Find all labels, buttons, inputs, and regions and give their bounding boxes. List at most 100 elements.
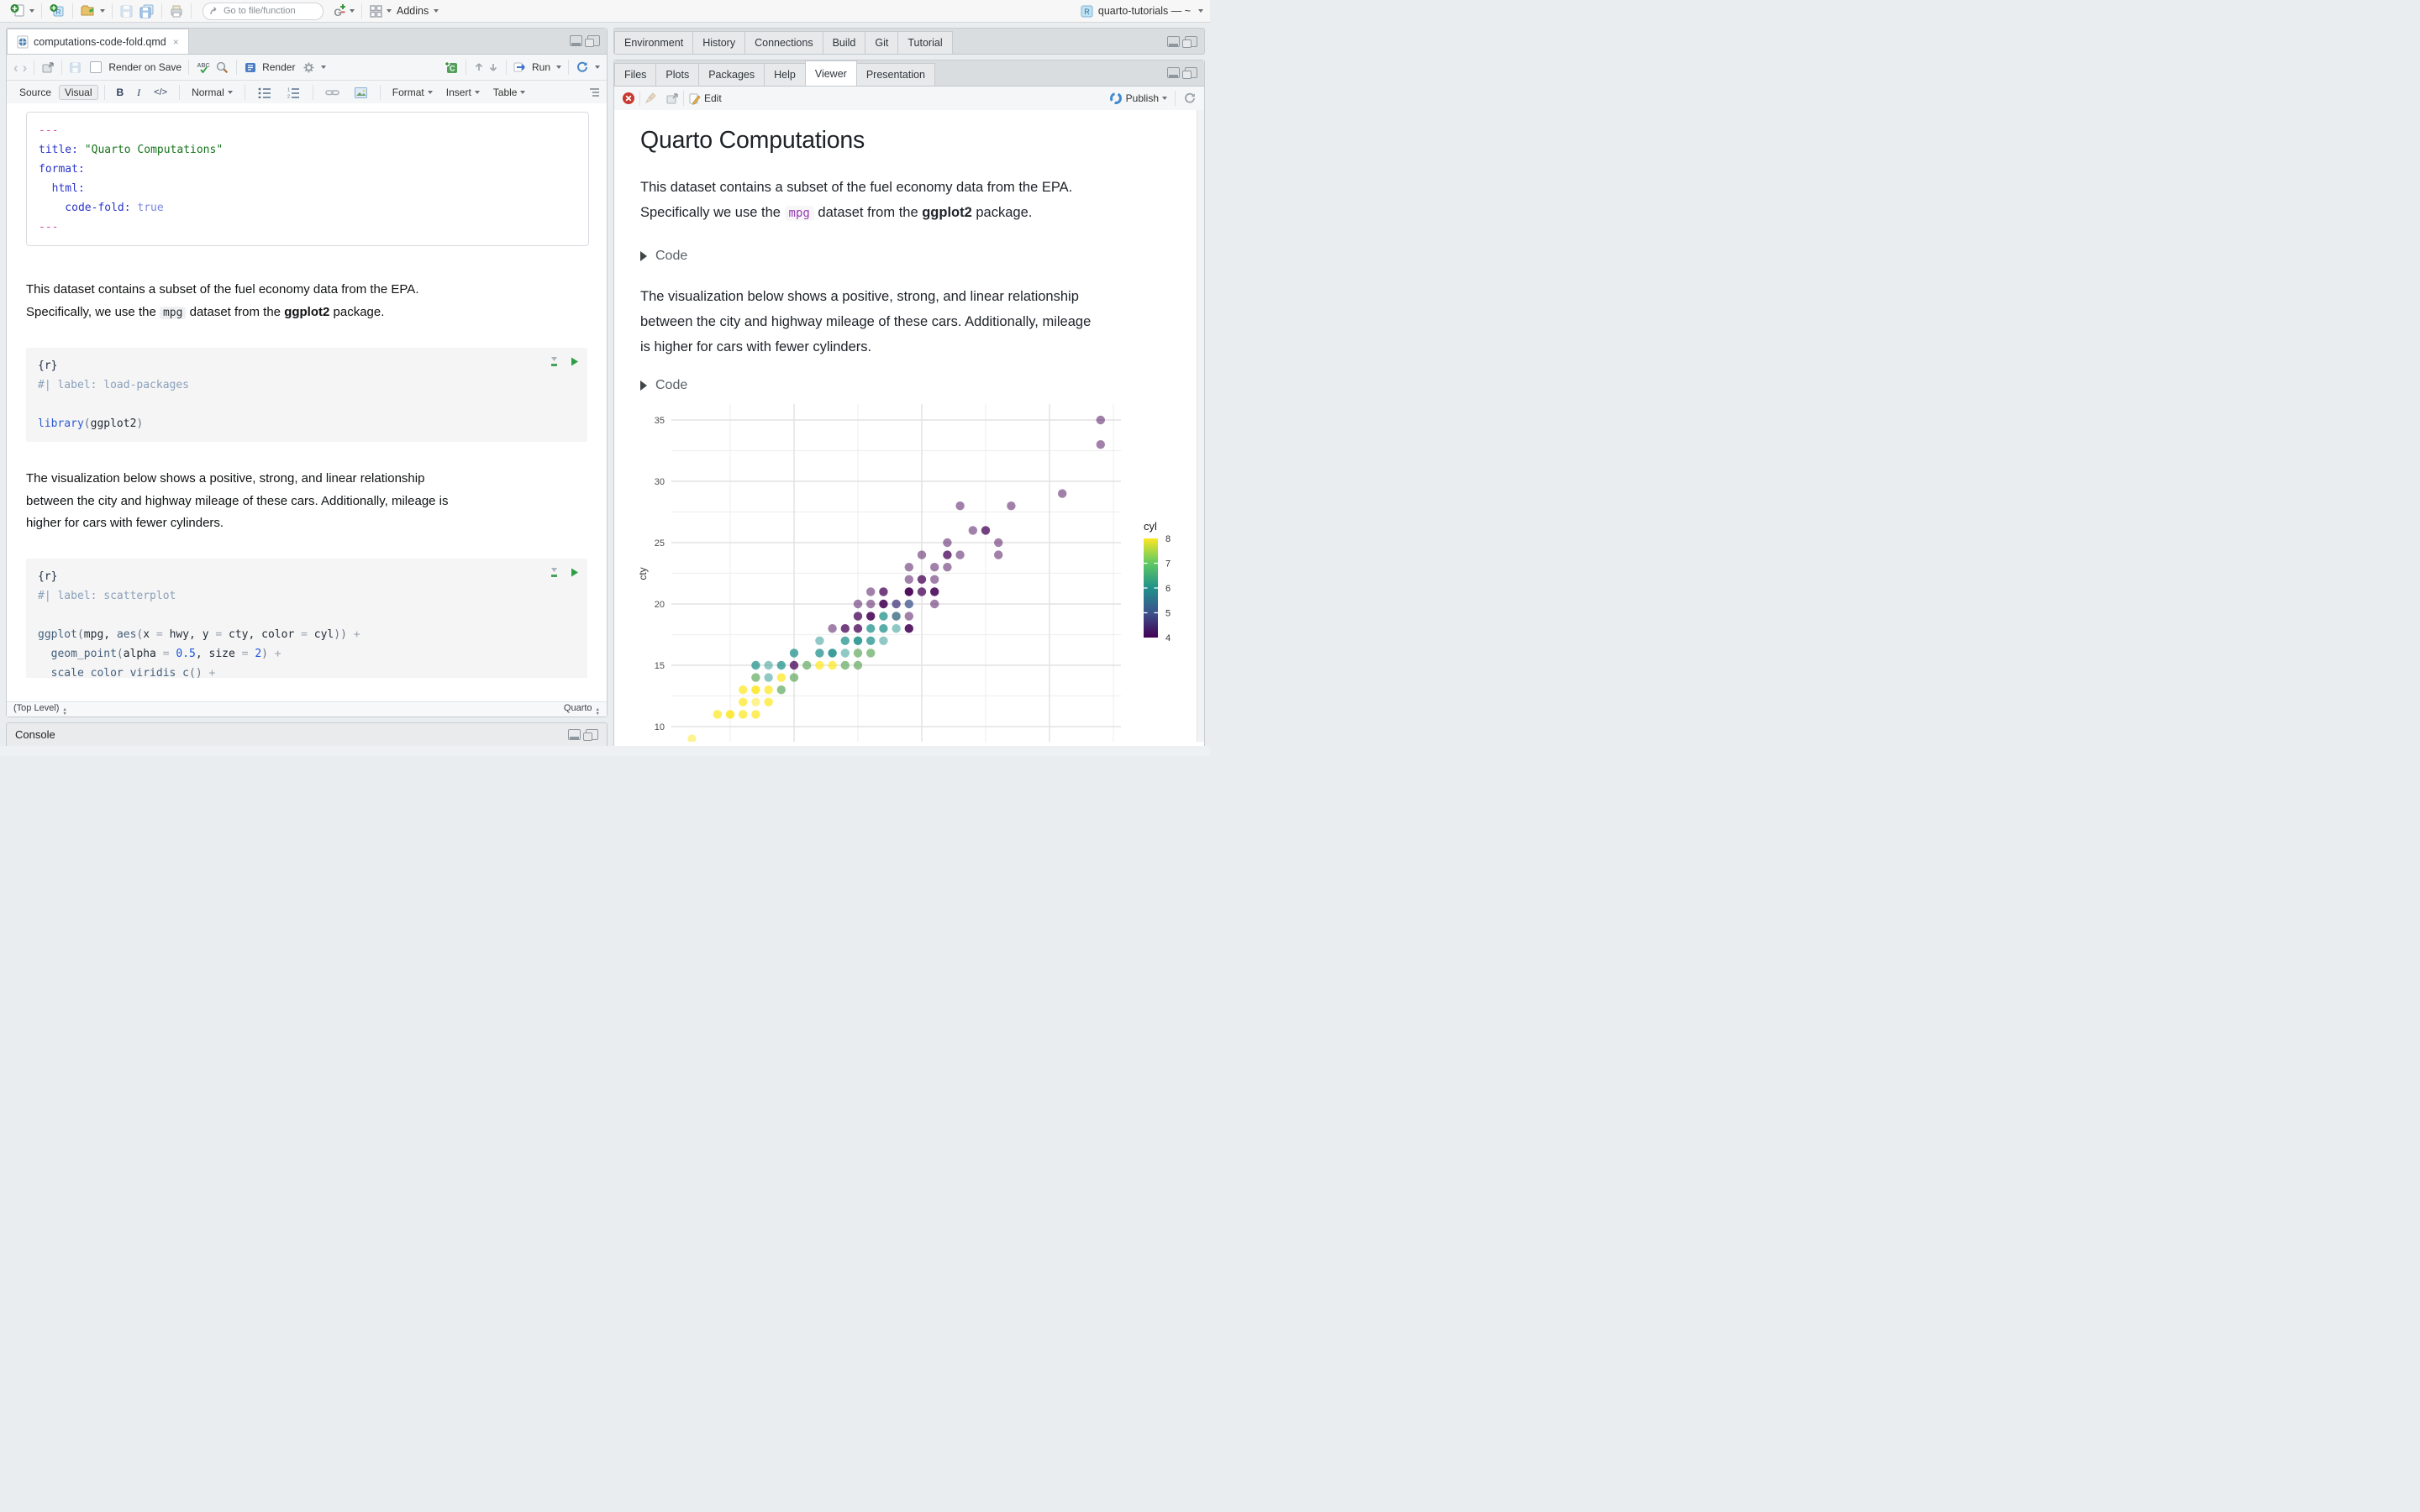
goto-file-search[interactable]: Go to file/function bbox=[203, 2, 324, 20]
tab-packages[interactable]: Packages bbox=[698, 63, 765, 86]
tab-git[interactable]: Git bbox=[865, 31, 899, 54]
save-icon[interactable] bbox=[69, 61, 82, 74]
run-chunk-icon[interactable] bbox=[570, 356, 579, 367]
new-file-caret[interactable] bbox=[29, 9, 34, 13]
yaml-block[interactable]: --- title: "Quarto Computations" format: h… bbox=[26, 112, 589, 246]
code-line: html: bbox=[39, 182, 85, 195]
code-chunk-scatterplot[interactable]: {r} #| label: scatterplot ggplot(mpg, aes… bbox=[26, 558, 587, 678]
back-icon[interactable]: ‹ bbox=[13, 60, 18, 75]
editor-tab-title: computations-code-fold.qmd bbox=[34, 35, 166, 48]
insert-chunk-icon[interactable]: C bbox=[444, 60, 459, 75]
code-fold-2[interactable]: Code bbox=[640, 378, 1171, 393]
tab-viewer[interactable]: Viewer bbox=[804, 60, 857, 86]
addins-button[interactable]: Addins bbox=[394, 2, 441, 20]
open-file-button[interactable] bbox=[77, 2, 108, 20]
maximize-pane-icon[interactable] bbox=[585, 35, 600, 47]
table-menu[interactable]: Table bbox=[487, 85, 532, 100]
tab-help[interactable]: Help bbox=[764, 63, 806, 86]
render-on-save-checkbox[interactable] bbox=[90, 61, 103, 73]
tab-files[interactable]: Files bbox=[614, 63, 657, 86]
doc-paragraph-2: The visualization below shows a positive… bbox=[640, 284, 1171, 360]
tab-connections[interactable]: Connections bbox=[744, 31, 823, 54]
tab-environment[interactable]: Environment bbox=[614, 31, 694, 54]
console-maximize-icon[interactable] bbox=[583, 729, 598, 741]
file-type-selector[interactable]: Quarto ▲ ▼ bbox=[564, 703, 600, 716]
find-replace-icon[interactable] bbox=[215, 60, 229, 75]
visual-mode-button[interactable]: Visual bbox=[59, 85, 98, 100]
code-line: title: "Quarto Computations" bbox=[39, 144, 224, 156]
minimize-pane-icon[interactable] bbox=[570, 35, 582, 46]
editor-content[interactable]: --- title: "Quarto Computations" format: h… bbox=[7, 103, 607, 678]
run-next-chunk-icon[interactable] bbox=[487, 61, 499, 74]
run-chunk-icon[interactable] bbox=[570, 567, 579, 578]
render-button[interactable]: Render bbox=[262, 61, 295, 73]
publish-button[interactable]: Publish bbox=[1126, 92, 1159, 104]
data-point bbox=[828, 660, 837, 670]
image-icon[interactable] bbox=[348, 85, 374, 101]
stop-icon[interactable] bbox=[622, 92, 635, 105]
open-file-caret[interactable] bbox=[100, 9, 105, 13]
editor-tab-computations[interactable]: computations-code-fold.qmd × bbox=[7, 29, 189, 54]
panes-layout-button[interactable] bbox=[366, 2, 394, 20]
popout-window-icon[interactable] bbox=[41, 61, 55, 74]
git-button[interactable]: G bbox=[330, 2, 357, 20]
tab-history[interactable]: History bbox=[692, 31, 746, 54]
run-chunks-above-icon[interactable] bbox=[549, 567, 560, 578]
outline-scope-selector[interactable]: (Top Level) ▲ ▼ bbox=[13, 703, 67, 716]
git-caret[interactable] bbox=[350, 9, 355, 13]
code-fold-1[interactable]: Code bbox=[640, 249, 1171, 264]
bold-button[interactable]: B bbox=[111, 85, 130, 100]
viewer-minimize-icon[interactable] bbox=[1167, 67, 1180, 78]
editor-paragraph-2[interactable]: The visualization below shows a positive… bbox=[26, 468, 581, 535]
tab-build[interactable]: Build bbox=[822, 31, 866, 54]
rerun-caret[interactable] bbox=[595, 66, 600, 69]
numbered-list-icon[interactable]: 12 bbox=[280, 85, 307, 100]
code-chunk-load-packages[interactable]: {r} #| label: load-packages library(ggplo… bbox=[26, 348, 587, 442]
env-maximize-icon[interactable] bbox=[1182, 36, 1197, 48]
console-minimize-icon[interactable] bbox=[568, 729, 581, 740]
run-previous-chunks-icon[interactable] bbox=[473, 61, 485, 74]
new-project-button[interactable]: R bbox=[46, 2, 68, 20]
tab-plots[interactable]: Plots bbox=[655, 63, 700, 86]
tab-tutorial[interactable]: Tutorial bbox=[897, 31, 953, 54]
run-button[interactable]: Run bbox=[532, 61, 550, 73]
viewer-scrollbar[interactable] bbox=[1197, 110, 1204, 742]
forward-icon[interactable]: › bbox=[23, 60, 28, 75]
edit-button[interactable]: Edit bbox=[704, 92, 722, 104]
viewer-maximize-icon[interactable] bbox=[1182, 67, 1197, 79]
bullet-list-icon[interactable] bbox=[251, 85, 278, 100]
link-icon[interactable] bbox=[319, 85, 346, 100]
publish-caret[interactable] bbox=[1162, 97, 1167, 100]
tab-close-icon[interactable]: × bbox=[173, 36, 179, 48]
new-file-button[interactable] bbox=[7, 2, 37, 20]
insert-menu[interactable]: Insert bbox=[440, 85, 486, 100]
console-tab[interactable]: Console bbox=[15, 728, 55, 741]
render-caret[interactable] bbox=[321, 66, 327, 69]
rerun-icon[interactable] bbox=[576, 60, 589, 74]
format-menu[interactable]: Format bbox=[387, 85, 439, 100]
text-segment: The visualization below shows a positive… bbox=[26, 471, 425, 486]
source-mode-button[interactable]: Source bbox=[13, 85, 57, 100]
document-title: Quarto Computations bbox=[640, 127, 865, 154]
panes-caret[interactable] bbox=[387, 9, 392, 13]
render-settings-gear-icon[interactable] bbox=[302, 61, 315, 74]
run-caret[interactable] bbox=[556, 66, 561, 69]
project-selector[interactable]: R quarto-tutorials — ~ bbox=[1080, 4, 1203, 18]
outline-toggle-icon[interactable] bbox=[587, 87, 600, 98]
save-all-button[interactable] bbox=[136, 2, 157, 20]
spellcheck-icon[interactable]: ABC bbox=[196, 60, 213, 75]
clear-broom-icon[interactable] bbox=[644, 92, 659, 105]
refresh-icon[interactable] bbox=[1183, 92, 1197, 105]
env-minimize-icon[interactable] bbox=[1167, 36, 1180, 47]
italic-button[interactable]: I bbox=[131, 85, 146, 101]
tab-presentation[interactable]: Presentation bbox=[855, 63, 935, 86]
paragraph-style-dropdown[interactable]: Normal bbox=[186, 85, 239, 100]
editor-paragraph-1[interactable]: This dataset contains a subset of the fu… bbox=[26, 279, 581, 324]
code-format-button[interactable]: </> bbox=[148, 86, 173, 99]
save-button[interactable] bbox=[117, 2, 136, 20]
project-caret bbox=[1198, 9, 1203, 13]
popout-viewer-icon[interactable] bbox=[666, 92, 679, 105]
print-button[interactable] bbox=[166, 2, 187, 20]
run-chunks-above-icon[interactable] bbox=[549, 356, 560, 367]
addins-caret bbox=[434, 9, 439, 13]
